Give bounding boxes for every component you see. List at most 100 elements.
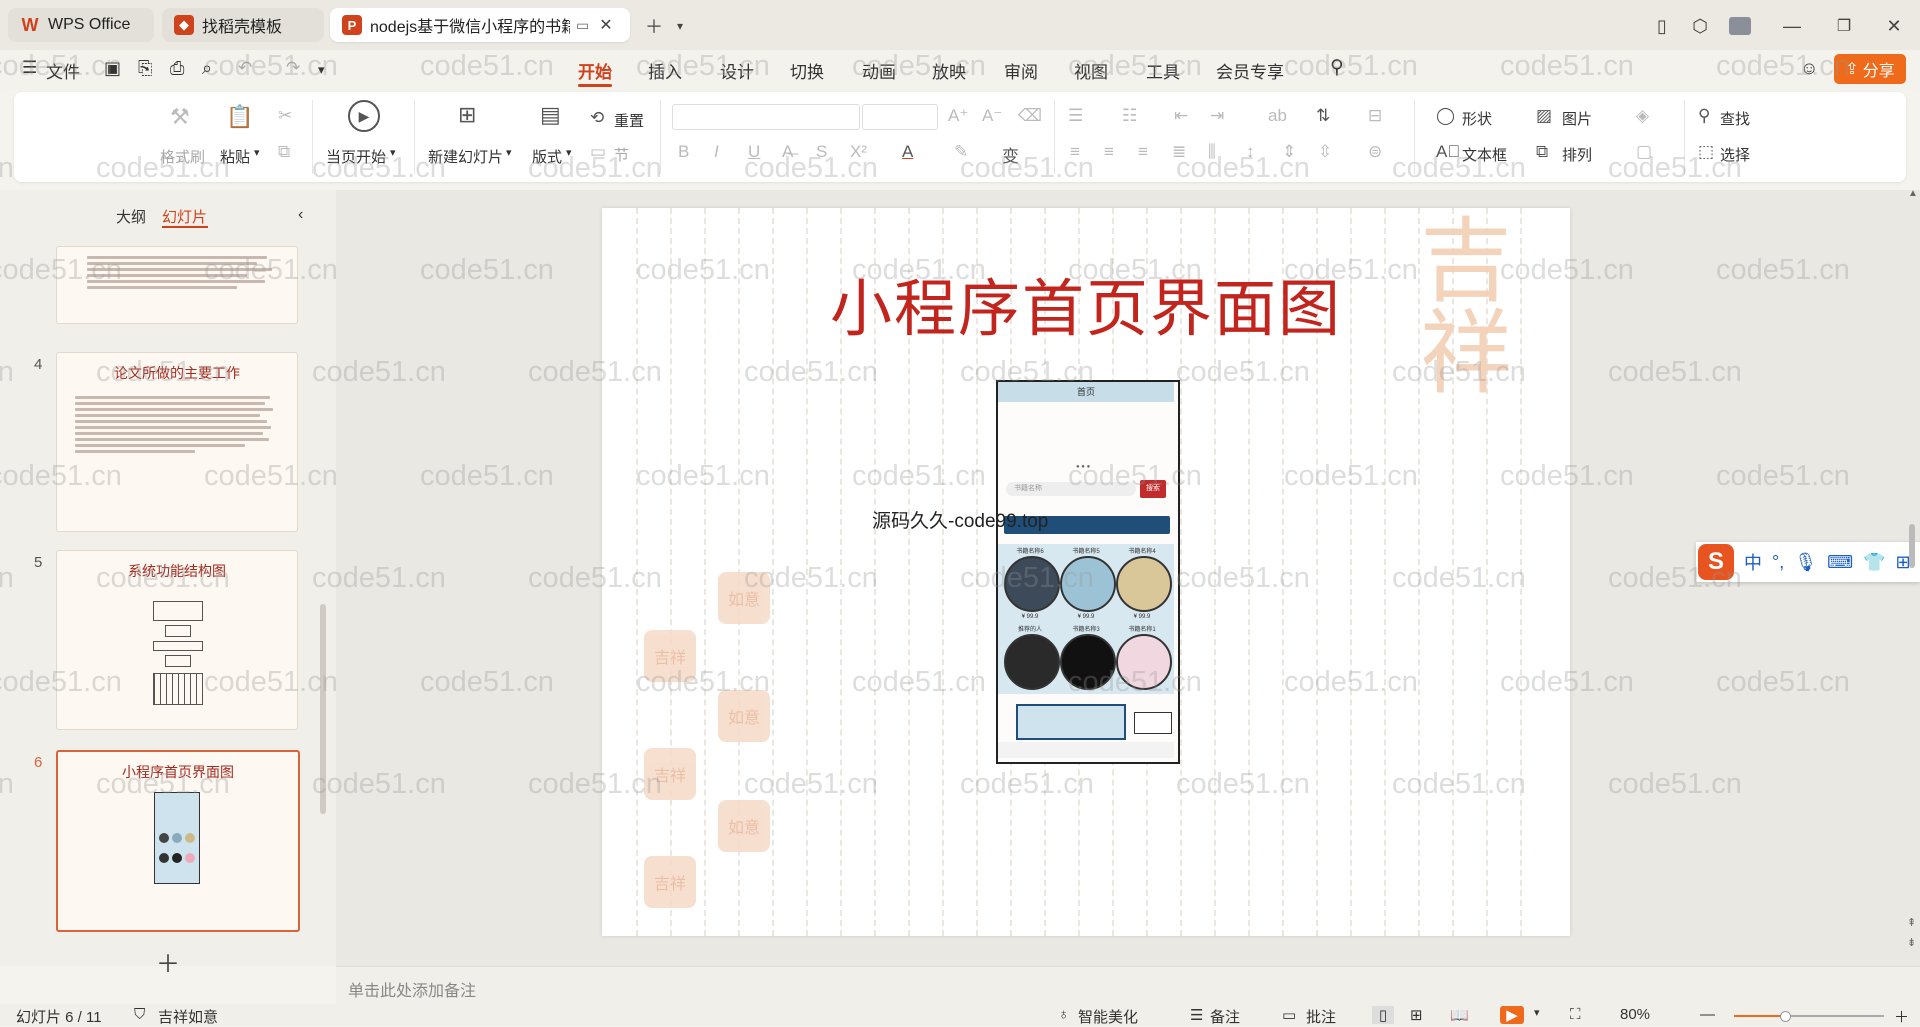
chevron-down-icon[interactable]: ▾ bbox=[666, 12, 694, 40]
new-tab-icon[interactable]: ＋ bbox=[640, 12, 668, 40]
slide-thumbnail-5[interactable]: 系统功能结构图 bbox=[56, 550, 298, 730]
fill-icon[interactable]: ◈ bbox=[1636, 106, 1649, 126]
menu-design[interactable]: 设计 bbox=[720, 58, 754, 83]
arrange-icon[interactable]: ⧉ bbox=[1536, 142, 1548, 162]
miniprogram-screenshot[interactable]: 首页 ● ● ● 书籍名称 搜索 书籍名称6 书籍名称5 书籍名称4 ¥ 99.… bbox=[996, 380, 1180, 764]
menu-insert[interactable]: 插入 bbox=[648, 58, 682, 83]
font-size-select[interactable] bbox=[862, 104, 938, 130]
convert-icon[interactable]: ⊟ bbox=[1368, 106, 1382, 126]
increase-indent-icon[interactable]: ⇥ bbox=[1210, 106, 1224, 126]
layout-button[interactable]: 版式 bbox=[532, 146, 562, 167]
tab-wps-office[interactable]: W WPS Office bbox=[8, 8, 154, 42]
slide-title[interactable]: 小程序首页界面图 bbox=[602, 258, 1570, 348]
picture-icon[interactable]: ▨ bbox=[1536, 106, 1552, 126]
share-button[interactable]: ⇪ 分享 bbox=[1834, 54, 1906, 84]
notes-toggle[interactable]: 备注 bbox=[1210, 1006, 1240, 1027]
slide-thumbnail-4[interactable]: 论文所做的主要工作 bbox=[56, 352, 298, 532]
italic-icon[interactable]: I bbox=[714, 142, 719, 162]
shadow-icon[interactable]: S bbox=[816, 142, 827, 162]
search-icon[interactable]: ⚲ bbox=[1330, 56, 1344, 79]
highlight-icon[interactable]: ✎ bbox=[954, 142, 968, 162]
reset-icon[interactable]: ⟲ bbox=[590, 108, 604, 128]
keyboard-icon[interactable]: ⌨ bbox=[1827, 552, 1853, 573]
paragraph-spacing-icon[interactable]: ⇕ bbox=[1282, 142, 1296, 162]
punctuation-icon[interactable]: °, bbox=[1772, 552, 1784, 573]
decrease-indent-icon[interactable]: ⇤ bbox=[1174, 106, 1188, 126]
slide-thumbnail-6[interactable]: 小程序首页界面图 bbox=[56, 750, 300, 932]
print-icon[interactable]: ⎙ bbox=[170, 58, 184, 79]
columns-icon[interactable]: ⊜ bbox=[1368, 142, 1382, 162]
layout-icon[interactable]: ▯ bbox=[1648, 12, 1676, 40]
skin-icon[interactable]: 👕 bbox=[1863, 552, 1885, 573]
panel-scrollbar[interactable] bbox=[320, 604, 326, 814]
increase-font-icon[interactable]: A⁺ bbox=[948, 106, 968, 126]
section-button[interactable]: 节 bbox=[614, 144, 629, 165]
scroll-up-icon[interactable]: ▲ bbox=[1908, 188, 1918, 199]
layout-icon[interactable]: ▤ bbox=[540, 102, 561, 128]
select-icon[interactable]: ⬚ bbox=[1698, 142, 1714, 162]
strikethrough-icon[interactable]: A̶ bbox=[782, 142, 793, 162]
chevron-down-icon[interactable]: ▾ bbox=[318, 62, 325, 78]
tab-slides[interactable]: 幻灯片 bbox=[162, 206, 207, 227]
current-slide[interactable]: 吉祥 如意 吉祥 如意 吉祥 如意 吉祥 小程序首页界面图 首页 ● ● ● 书… bbox=[602, 208, 1570, 936]
clear-format-icon[interactable]: ⌫ bbox=[1018, 106, 1042, 126]
justify-icon[interactable]: ≣ bbox=[1172, 142, 1186, 162]
collapse-panel-icon[interactable]: ‹ bbox=[298, 206, 303, 224]
ime-toolbar[interactable]: S 中 °, 🎙 ⌨ 👕 ⊞ bbox=[1696, 542, 1920, 582]
play-from-current-button[interactable]: 当页开始 bbox=[326, 146, 386, 167]
close-tab-icon[interactable]: ✕ bbox=[599, 15, 612, 35]
text-effect-icon[interactable]: 变 bbox=[1002, 142, 1019, 167]
next-slide-icon[interactable]: ⇟ bbox=[1907, 936, 1916, 949]
picture-button[interactable]: 图片 bbox=[1562, 108, 1592, 129]
zoom-slider[interactable] bbox=[1734, 1011, 1884, 1022]
textbox-button[interactable]: 文本框 bbox=[1462, 144, 1507, 165]
notes-pane[interactable]: 单击此处添加备注 bbox=[336, 966, 1920, 1007]
microphone-icon[interactable]: 🎙 bbox=[1794, 552, 1817, 573]
font-color-icon[interactable]: A bbox=[902, 142, 913, 162]
print-preview-icon[interactable]: ⌕ bbox=[202, 58, 212, 79]
numbering-icon[interactable]: ☷ bbox=[1122, 106, 1137, 126]
tab-docer-templates[interactable]: ◆ 找稻壳模板 bbox=[162, 8, 324, 42]
bullets-icon[interactable]: ☰ bbox=[1068, 106, 1083, 126]
canvas-scrollbar[interactable]: ▲ ⇞ ⇟ bbox=[1904, 188, 1920, 966]
align-right-icon[interactable]: ≡ bbox=[1138, 142, 1148, 162]
reset-button[interactable]: 重置 bbox=[614, 110, 644, 131]
slide-thumbnail-3[interactable] bbox=[56, 246, 298, 324]
text-direction-icon[interactable]: ab bbox=[1268, 106, 1287, 126]
play-icon[interactable]: ▶ bbox=[348, 100, 380, 132]
new-slide-icon[interactable]: ⊞ bbox=[458, 102, 476, 128]
chevron-down-icon[interactable]: ▾ bbox=[254, 146, 260, 159]
zoom-out-icon[interactable]: — bbox=[1700, 1006, 1715, 1023]
redo-icon[interactable]: ↷ bbox=[286, 58, 300, 78]
normal-view-icon[interactable]: ▯ bbox=[1372, 1006, 1394, 1024]
menu-home[interactable]: 开始 bbox=[578, 58, 612, 83]
prev-slide-icon[interactable]: ⇞ bbox=[1907, 916, 1916, 929]
reading-view-icon[interactable]: 📖 bbox=[1450, 1006, 1469, 1024]
paste-icon[interactable]: 📋 bbox=[226, 104, 253, 130]
slide-sorter-icon[interactable]: ⊞ bbox=[1410, 1006, 1423, 1024]
fit-window-icon[interactable]: ⛶ bbox=[1570, 1006, 1581, 1023]
select-button[interactable]: 选择 bbox=[1720, 144, 1750, 165]
tab-outline[interactable]: 大纲 bbox=[116, 206, 146, 227]
undo-icon[interactable]: ↶ bbox=[238, 58, 252, 78]
menu-member[interactable]: 会员专享 bbox=[1216, 58, 1284, 83]
textbox-icon[interactable]: A⃞ bbox=[1436, 142, 1460, 162]
zoom-level[interactable]: 80% bbox=[1620, 1006, 1650, 1023]
menu-animation[interactable]: 动画 bbox=[862, 58, 896, 83]
sogou-logo-icon[interactable]: S bbox=[1698, 544, 1734, 580]
align-center-icon[interactable]: ≡ bbox=[1104, 142, 1114, 162]
line-spacing-icon[interactable]: ↕ bbox=[1246, 142, 1255, 162]
arrange-button[interactable]: 排列 bbox=[1562, 144, 1592, 165]
find-icon[interactable]: ⚲ bbox=[1698, 106, 1710, 126]
scroll-thumb[interactable] bbox=[1909, 524, 1915, 568]
paste-button[interactable]: 粘贴 bbox=[220, 146, 250, 167]
menu-transition[interactable]: 切换 bbox=[790, 58, 824, 83]
menu-file[interactable]: 文件 bbox=[46, 58, 80, 83]
avatar[interactable] bbox=[1726, 12, 1754, 40]
format-painter-button[interactable]: 格式刷 bbox=[160, 146, 205, 167]
chat-icon[interactable]: ☺ bbox=[1800, 58, 1818, 79]
smart-beautify-button[interactable]: 智能美化 bbox=[1078, 1006, 1138, 1027]
sort-icon[interactable]: ⇅ bbox=[1316, 106, 1330, 126]
comments-toggle[interactable]: 批注 bbox=[1306, 1006, 1336, 1027]
export-icon[interactable]: ⎘ bbox=[138, 58, 152, 79]
